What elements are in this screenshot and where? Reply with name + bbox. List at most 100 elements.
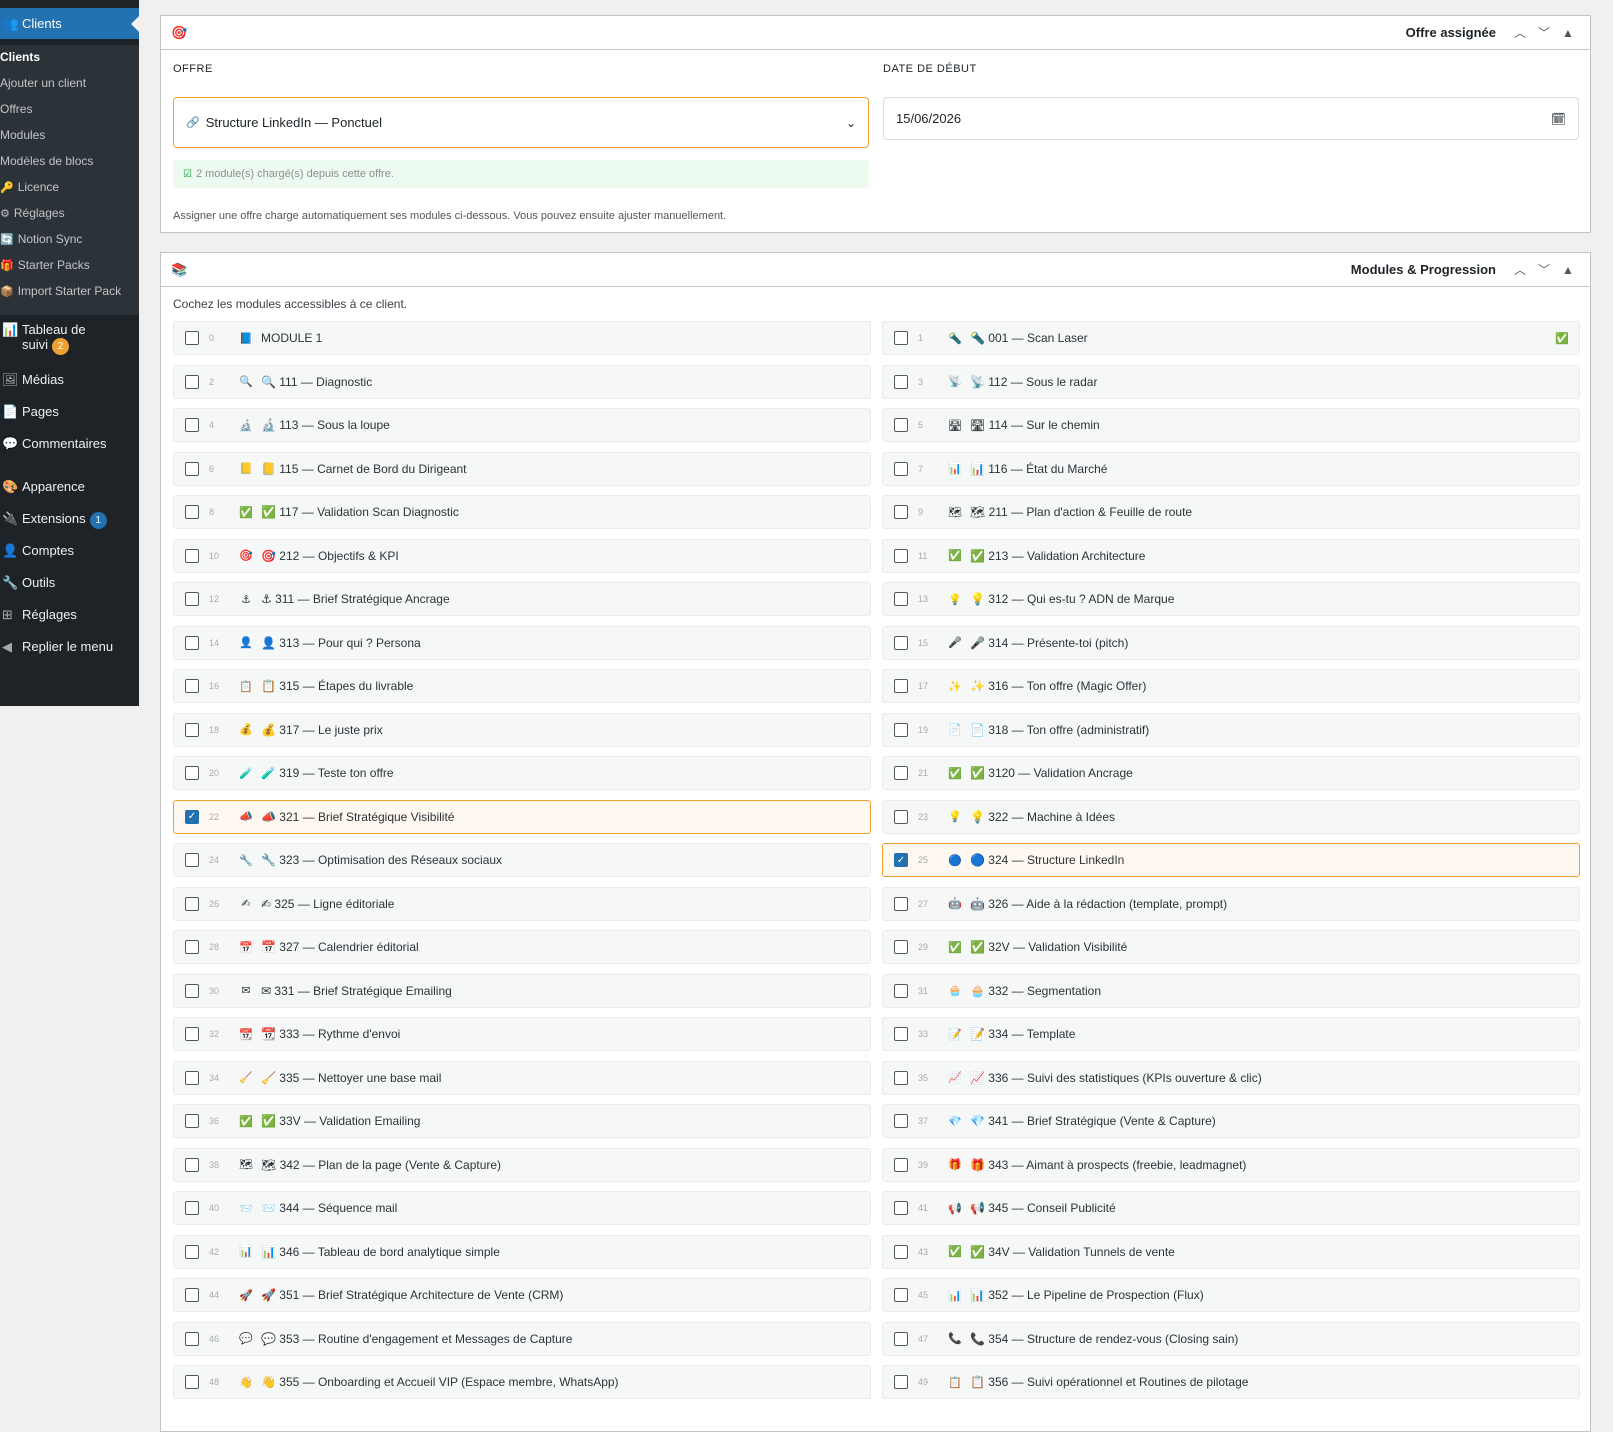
module-checkbox[interactable] [894,940,908,954]
module-checkbox[interactable] [185,592,199,606]
module-row[interactable]: 18 💰 💰 317 — Le juste prix [173,712,871,747]
module-checkbox[interactable] [894,1375,908,1389]
sidebar-subitem[interactable]: 🔄 Notion Sync [0,232,82,246]
module-row[interactable]: 21 ✅ ✅ 3120 — Validation Ancrage [882,756,1580,790]
module-checkbox[interactable] [185,374,199,389]
module-row[interactable]: ✓ 22 📣 📣 321 — Brief Stratégique Visibilité [173,799,871,834]
sidebar-item[interactable]: 📊 Tableau de suivi 2 [0,322,86,355]
module-checkbox[interactable] [185,896,199,911]
module-checkbox[interactable] [894,374,908,389]
module-row[interactable]: 6 📒 📒 115 — Carnet de Bord du Dirigeant [173,451,871,486]
module-checkbox[interactable] [894,809,908,824]
module-checkbox[interactable] [185,461,199,476]
module-checkbox[interactable] [894,461,908,476]
calendar-icon[interactable]: 🗓 [1551,112,1566,126]
sidebar-subitem[interactable]: Modules [0,128,45,142]
module-row[interactable]: 4 🔬 🔬 113 — Sous la loupe [173,408,871,442]
module-checkbox[interactable] [185,1157,199,1172]
module-row[interactable]: 46 💬 💬 353 — Routine d'engagement et Messa… [173,1321,871,1356]
sidebar-subitem[interactable]: 🎁 Starter Packs [0,258,90,272]
sidebar-item[interactable]: ⊞ Réglages [0,607,77,623]
module-checkbox[interactable] [894,1331,908,1346]
module-checkbox[interactable] [185,679,199,693]
module-checkbox[interactable] [185,1288,199,1302]
module-checkbox[interactable] [894,331,908,345]
module-row[interactable]: 7 📊 📊 116 — État du Marché [882,451,1580,486]
module-checkbox[interactable] [185,1375,199,1389]
module-row[interactable]: 45 📊 📊 352 — Le Pipeline de Prospection (F… [882,1278,1580,1312]
module-row[interactable]: 35 📈 📈 336 — Suivi des statistiques (KPIs … [882,1060,1580,1095]
module-row[interactable]: 8 ✅ ✅ 117 — Validation Scan Diagnostic [173,495,871,529]
module-row[interactable]: 17 ✨ ✨ 316 — Ton offre (Magic Offer) [882,669,1580,703]
module-checkbox[interactable] [894,1070,908,1085]
module-row[interactable]: 5 🛣 🛣 114 — Sur le chemin [882,408,1580,442]
module-row[interactable]: 37 💎 💎 341 — Brief Stratégique (Vente & Ca… [882,1104,1580,1138]
module-row[interactable]: ✓ 25 🔵 🔵 324 — Structure LinkedIn [882,843,1580,877]
module-row[interactable]: 49 📋 📋 356 — Suivi opérationnel et Routine… [882,1365,1580,1399]
sidebar-item[interactable]: 💬 Commentaires [0,436,107,452]
module-row[interactable]: 41 📢 📢 345 — Conseil Publicité [882,1191,1580,1225]
sidebar-item-clients-current[interactable]: 👥 Clients [0,8,139,39]
module-row[interactable]: 14 👤 👤 313 — Pour qui ? Persona [173,625,871,660]
module-checkbox[interactable] [185,1114,199,1128]
module-checkbox[interactable] [185,1027,199,1041]
module-row[interactable]: 9 🗺 🗺 211 — Plan d'action & Feuille de rou… [882,495,1580,529]
module-checkbox[interactable] [185,983,199,998]
module-checkbox[interactable] [185,505,199,519]
module-checkbox[interactable] [185,722,199,737]
sidebar-item[interactable]: 👤 Comptes [0,543,74,559]
module-checkbox[interactable] [185,1201,199,1215]
module-checkbox[interactable] [185,331,199,345]
module-row[interactable]: 33 📝 📝 334 — Template [882,1017,1580,1051]
module-row[interactable]: 42 📊 📊 346 — Tableau de bord analytique si… [173,1234,871,1269]
collapse-icon[interactable]: ▲ [1556,26,1580,40]
sidebar-subitem[interactable]: 🔑 Licence [0,180,59,194]
sidebar-item[interactable]: 🎨 Apparence [0,479,85,495]
module-checkbox[interactable] [894,635,908,650]
module-row[interactable]: 40 📨 📨 344 — Séquence mail [173,1191,871,1225]
collapse-icon[interactable]: ▲ [1556,263,1580,277]
sidebar-subitem[interactable]: Clients [0,50,40,64]
module-row[interactable]: 3 📡 📡 112 — Sous le radar [882,364,1580,399]
module-row[interactable]: 16 📋 📋 315 — Étapes du livrable [173,669,871,703]
module-checkbox[interactable] [185,548,199,563]
sidebar-subitem[interactable]: 📦 Import Starter Pack [0,284,121,298]
offer-select[interactable]: 🔗 Structure LinkedIn — Ponctuel ⌄ [173,97,869,148]
sidebar-item[interactable]: 🔧 Outils [0,575,55,591]
module-row[interactable]: 23 💡 💡 322 — Machine à Idées [882,799,1580,834]
module-checkbox[interactable] [894,766,908,780]
module-checkbox[interactable] [894,548,908,563]
module-row[interactable]: 31 🧁 🧁 332 — Segmentation [882,973,1580,1008]
module-row[interactable]: 19 📄 📄 318 — Ton offre (administratif) [882,712,1580,747]
module-row[interactable]: 30 ✉ ✉ 331 — Brief Stratégique Emailing [173,973,871,1008]
module-row[interactable]: 0 📘 MODULE 1 [173,321,871,355]
move-down-icon[interactable]: ﹀ [1532,24,1556,41]
module-row[interactable]: 2 🔍 🔍 111 — Diagnostic [173,364,871,399]
module-checkbox[interactable] [185,1244,199,1259]
module-checkbox[interactable] [185,766,199,780]
sidebar-subitem[interactable]: Modèles de blocs [0,154,93,168]
module-row[interactable]: 32 📆 📆 333 — Rythme d'envoi [173,1017,871,1051]
move-up-icon[interactable]: ︿ [1508,24,1532,41]
module-row[interactable]: 34 🧹 🧹 335 — Nettoyer une base mail [173,1060,871,1095]
module-checkbox[interactable] [185,1070,199,1085]
module-checkbox[interactable] [894,505,908,519]
module-row[interactable]: 10 🎯 🎯 212 — Objectifs & KPI [173,538,871,573]
move-down-icon[interactable]: ﹀ [1532,261,1556,278]
module-checkbox[interactable] [894,722,908,737]
module-row[interactable]: 13 💡 💡 312 — Qui es-tu ? ADN de Marque [882,582,1580,616]
module-row[interactable]: 47 📞 📞 354 — Structure de rendez-vous (Clo… [882,1321,1580,1356]
module-checkbox[interactable] [894,1288,908,1302]
module-row[interactable]: 24 🔧 🔧 323 — Optimisation des Réseaux soci… [173,843,871,877]
sidebar-item[interactable]: 🔌 Extensions 1 [0,511,107,529]
start-date-input[interactable]: 15/06/2026 🗓 [883,97,1579,140]
module-checkbox[interactable] [894,983,908,998]
module-row[interactable]: 11 ✅ ✅ 213 — Validation Architecture [882,538,1580,573]
module-checkbox[interactable] [185,1331,199,1346]
module-row[interactable]: 27 🤖 🤖 326 — Aide à la rédaction (template… [882,886,1580,921]
module-row[interactable]: 43 ✅ ✅ 34V — Validation Tunnels de vente [882,1234,1580,1269]
module-checkbox[interactable] [894,1157,908,1172]
module-row[interactable]: 1 🔦 🔦 001 — Scan Laser ✅ [882,321,1580,355]
module-checkbox[interactable] [185,635,199,650]
module-checkbox[interactable] [894,592,908,606]
